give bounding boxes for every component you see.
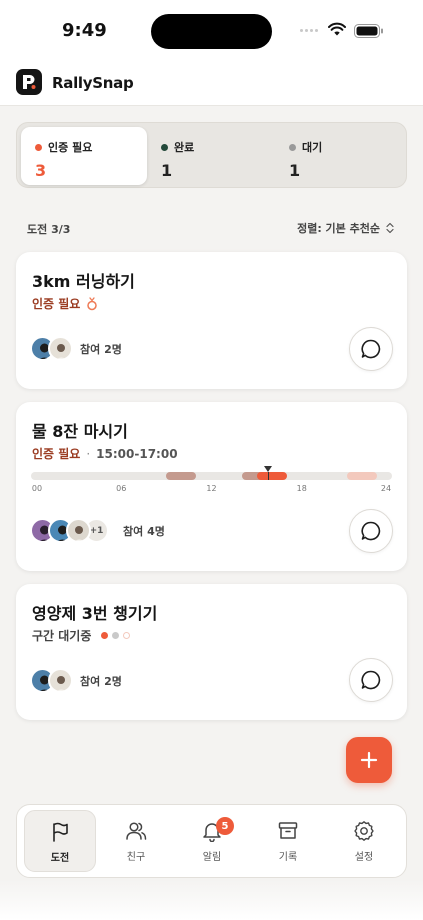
avatar xyxy=(48,668,73,693)
challenge-title: 3km 러닝하기 xyxy=(32,272,135,291)
tab-label: 알림 xyxy=(202,852,222,863)
home-indicator-area xyxy=(0,880,423,920)
status-bar: 9:49 xyxy=(0,0,423,60)
status-text: 구간 대기중 xyxy=(32,629,92,643)
status-dot xyxy=(35,143,42,151)
avatar xyxy=(48,336,73,361)
section-title: 도전 3/3 xyxy=(27,223,71,236)
segment-count: 1 xyxy=(289,161,301,180)
challenge-card[interactable]: 3km 러닝하기 인증 필요 참여 2명 xyxy=(16,252,407,389)
avatar xyxy=(66,518,91,543)
time-block xyxy=(166,472,197,480)
users-icon xyxy=(126,822,147,840)
timeline-tick-label: 12 xyxy=(206,484,217,493)
flag-icon xyxy=(53,822,68,842)
segment-label-row: 인증 필요 xyxy=(35,139,147,155)
gear-icon xyxy=(354,821,374,841)
progress-dots xyxy=(101,632,131,639)
tab-label: 친구 xyxy=(126,852,146,863)
segment-completed[interactable]: 완료 1 xyxy=(147,127,273,185)
challenge-status: 인증 필요 xyxy=(32,295,98,312)
chat-button[interactable] xyxy=(349,658,393,702)
participant-count: 참여 2명 xyxy=(80,674,122,688)
participant-count: 참여 2명 xyxy=(80,342,122,356)
wifi-icon xyxy=(328,22,346,36)
challenge-card[interactable]: 물 8잔 마시기 인증 필요 · 15:00-17:00 00 06 12 18 24 … xyxy=(16,402,407,571)
segment-count: 3 xyxy=(35,161,47,180)
time-block xyxy=(346,472,377,480)
tab-friends[interactable]: 친구 xyxy=(100,810,172,872)
dot-pending xyxy=(112,632,120,639)
challenge-title: 영양제 3번 챙기기 xyxy=(32,604,158,623)
battery-icon xyxy=(354,24,383,38)
status-text: 인증 필요 xyxy=(32,447,81,461)
challenge-title: 물 8잔 마시기 xyxy=(32,422,128,441)
participant-avatars: +1 참여 4명 xyxy=(30,518,165,543)
notification-badge: 5 xyxy=(216,817,234,835)
bottom-tab-bar: 도전 친구 5 알림 기록 설정 xyxy=(16,804,407,878)
status-dot xyxy=(161,143,168,151)
separator: · xyxy=(86,446,91,461)
status-text: 인증 필요 xyxy=(32,297,81,311)
archive-icon xyxy=(278,822,298,839)
segment-label: 대기 xyxy=(302,141,323,154)
timeline-tick-label: 18 xyxy=(296,484,307,493)
add-challenge-button[interactable] xyxy=(346,737,392,783)
tab-label: 도전 xyxy=(50,853,70,864)
segment-label-row: 대기 xyxy=(289,139,401,155)
sort-button[interactable]: 정렬: 기본 추천순 xyxy=(297,220,394,236)
segment-needs-verification[interactable]: 인증 필요 3 xyxy=(21,127,147,185)
participant-avatars: 참여 2명 xyxy=(30,336,122,361)
timeline-tick-label: 06 xyxy=(116,484,127,493)
tab-challenges[interactable]: 도전 xyxy=(24,810,96,872)
chat-button[interactable] xyxy=(349,327,393,371)
signal-icon xyxy=(300,29,318,32)
ring-icon xyxy=(87,296,98,310)
dynamic-island xyxy=(151,14,272,49)
chat-icon xyxy=(361,521,381,541)
segment-count: 1 xyxy=(161,161,173,180)
participant-avatars: 참여 2명 xyxy=(30,668,122,693)
status-segment-control: 인증 필요 3 완료 1 대기 1 xyxy=(16,122,407,188)
plus-icon xyxy=(360,751,378,769)
segment-label: 완료 xyxy=(174,141,195,154)
dot-done xyxy=(101,632,109,639)
tab-settings[interactable]: 설정 xyxy=(328,810,400,872)
tab-label: 기록 xyxy=(278,852,298,863)
challenge-status: 인증 필요 · 15:00-17:00 xyxy=(32,445,178,462)
chat-icon xyxy=(361,670,381,690)
chat-button[interactable] xyxy=(349,509,393,553)
timeline-tick-label: 24 xyxy=(380,484,392,493)
participant-count: 참여 4명 xyxy=(123,524,165,538)
segment-label: 인증 필요 xyxy=(48,141,93,154)
tab-label: 설정 xyxy=(354,852,374,863)
time-window-timeline xyxy=(31,466,392,480)
challenge-status: 구간 대기중 xyxy=(32,627,131,644)
dot-empty xyxy=(123,632,131,639)
chat-icon xyxy=(361,339,381,359)
time-window: 15:00-17:00 xyxy=(96,446,178,461)
app-title: RallySnap xyxy=(52,74,134,92)
time-block xyxy=(256,472,287,480)
app-logo xyxy=(16,69,42,95)
timeline-tick-label: 00 xyxy=(31,484,43,493)
timeline-ticks: 00 06 12 18 24 xyxy=(31,484,392,496)
status-dot xyxy=(289,143,296,151)
tab-history[interactable]: 기록 xyxy=(252,810,324,872)
status-time: 9:49 xyxy=(62,20,107,41)
segment-label-row: 완료 xyxy=(161,139,273,155)
sort-label: 정렬: 기본 추천순 xyxy=(297,222,380,235)
challenge-card[interactable]: 영양제 3번 챙기기 구간 대기중 참여 2명 xyxy=(16,584,407,720)
tab-notifications[interactable]: 5 알림 xyxy=(176,810,248,872)
segment-waiting[interactable]: 대기 1 xyxy=(275,127,401,185)
chevron-updown-icon xyxy=(386,222,394,234)
app-header: RallySnap xyxy=(0,60,423,106)
current-time-line xyxy=(267,472,269,480)
